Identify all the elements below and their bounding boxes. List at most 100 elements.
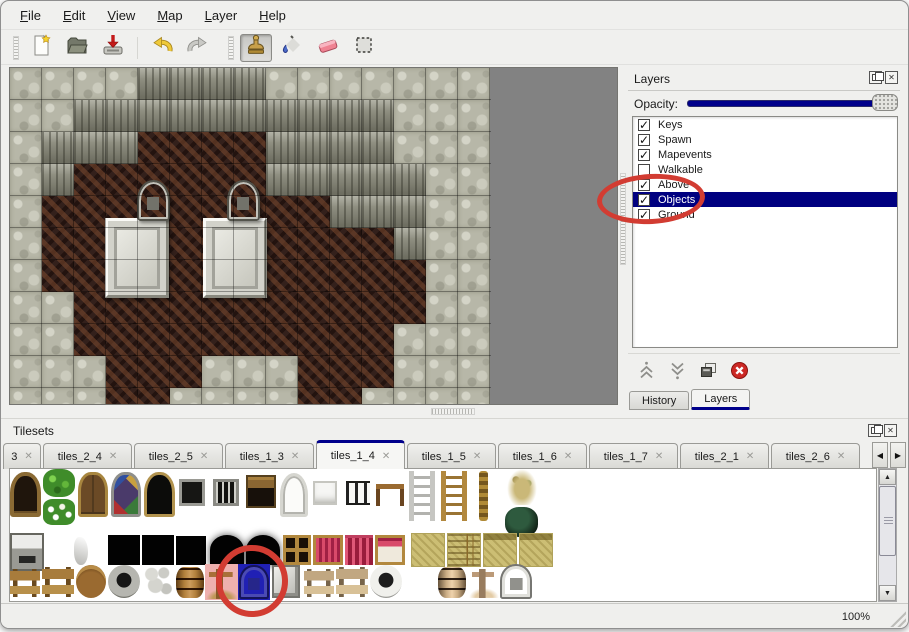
tile-wall-tan-2[interactable] [483, 533, 517, 567]
scroll-up-button[interactable]: ▲ [879, 469, 896, 485]
map-tile-rock-top[interactable] [10, 196, 42, 228]
map-tile-rock-top[interactable] [458, 260, 490, 292]
map-tile-rock-top[interactable] [426, 132, 458, 164]
map-tile-rock-top[interactable] [426, 100, 458, 132]
tile-window-barred[interactable] [213, 479, 239, 506]
duplicate-layer-button[interactable] [697, 360, 719, 382]
tilesets-panel-close-button[interactable]: ✕ [884, 424, 897, 437]
map-tile-rock-top[interactable] [42, 100, 74, 132]
map-tile-cliff-face[interactable] [266, 100, 298, 132]
tile-furnace[interactable] [10, 533, 44, 571]
tile-curtains[interactable] [345, 535, 373, 565]
map-tile-cliff-face[interactable] [362, 196, 394, 228]
layer-visibility-checkbox[interactable]: ✓ [638, 119, 650, 131]
tile-grave-cross[interactable] [206, 565, 238, 599]
map-tile-rock-top[interactable] [426, 164, 458, 196]
tile-wall-tan-3[interactable] [519, 533, 553, 567]
map-tile-cliff-face[interactable] [394, 196, 426, 228]
open-map-button[interactable] [61, 34, 93, 62]
map-tile-cliff-face[interactable] [394, 164, 426, 196]
map-tile-cobblestone-floor[interactable] [170, 196, 202, 228]
map-tile-rock-top[interactable] [10, 228, 42, 260]
move-layer-down-button[interactable] [666, 360, 688, 382]
map-tile-rock-top[interactable] [202, 388, 234, 404]
map-tile-cliff-face[interactable] [362, 164, 394, 196]
map-tile-cobblestone-floor[interactable] [298, 260, 330, 292]
tab-close-icon[interactable]: ✕ [746, 451, 754, 462]
map-tile-cobblestone-floor[interactable] [362, 324, 394, 356]
tile-stone-slabs-snow[interactable] [404, 565, 436, 598]
tab-close-icon[interactable]: ✕ [109, 451, 117, 462]
map-tile-rock-top[interactable] [458, 100, 490, 132]
map-tile-rock-top[interactable] [426, 356, 458, 388]
dock-tab-layers[interactable]: Layers [691, 389, 750, 410]
layer-row-spawn[interactable]: ✓Spawn [633, 132, 897, 147]
resize-grip[interactable] [889, 610, 906, 627]
map-tile-cliff-face[interactable] [298, 132, 330, 164]
map-tile-cliff-face[interactable] [234, 100, 266, 132]
map-tile-rock-top[interactable] [10, 260, 42, 292]
tile-wall-tan-1[interactable] [411, 533, 445, 567]
tile-basket[interactable] [76, 565, 106, 598]
map-tile-rock-top[interactable] [426, 324, 458, 356]
map-tile-rock-top[interactable] [10, 68, 42, 100]
map-tile-cliff-face[interactable] [74, 100, 106, 132]
map-tile-cliff-face[interactable] [330, 164, 362, 196]
map-tile-rock-top[interactable] [298, 68, 330, 100]
tile-gravestone[interactable] [239, 565, 269, 599]
tile-window-wood-grid[interactable] [283, 535, 311, 565]
tile-bush[interactable] [43, 469, 75, 497]
tileset-tab-tiles_2_5[interactable]: tiles_2_5✕ [134, 443, 223, 469]
tab-close-icon[interactable]: ✕ [473, 451, 481, 462]
map-tile-rock-top[interactable] [106, 68, 138, 100]
tab-close-icon[interactable]: ✕ [655, 451, 663, 462]
map-tile-cobblestone-floor[interactable] [202, 132, 234, 164]
map-tile-rock-top[interactable] [42, 324, 74, 356]
map-tile-rock-top[interactable] [426, 68, 458, 100]
tile-well-snow[interactable] [370, 565, 402, 598]
vertical-splitter[interactable] [620, 173, 626, 265]
map-tile-cliff-face[interactable] [42, 164, 74, 196]
tile-window-shutters[interactable] [78, 472, 108, 517]
map-tile-rock-top[interactable] [426, 388, 458, 404]
layer-visibility-checkbox[interactable]: ✓ [638, 209, 650, 221]
map-tile-cliff-face[interactable] [266, 132, 298, 164]
layer-row-keys[interactable]: ✓Keys [633, 117, 897, 132]
tile-window-white[interactable] [313, 481, 337, 505]
map-tile-rock-top[interactable] [202, 356, 234, 388]
tab-close-icon[interactable]: ✕ [291, 451, 299, 462]
map-tile-rock-top[interactable] [10, 356, 42, 388]
map-tile-cobblestone-floor[interactable] [138, 356, 170, 388]
tile-plant-roots[interactable] [507, 469, 537, 505]
map-tile-rock-top[interactable] [170, 388, 202, 404]
map-tile-rock-top[interactable] [234, 388, 266, 404]
tab-close-icon[interactable]: ✕ [24, 451, 32, 462]
map-tile-cobblestone-floor[interactable] [170, 132, 202, 164]
tab-scroll-left-button[interactable]: ◀ [872, 442, 888, 468]
menu-file[interactable]: File [11, 5, 50, 26]
map-tile-cobblestone-floor[interactable] [106, 164, 138, 196]
map-object-gravestone[interactable] [227, 180, 260, 221]
layer-visibility-checkbox[interactable]: ✓ [638, 149, 650, 161]
map-tile-cobblestone-floor[interactable] [330, 228, 362, 260]
map-tile-rock-top[interactable] [10, 388, 42, 404]
map-tile-cliff-face[interactable] [170, 68, 202, 100]
delete-layer-button[interactable] [728, 360, 750, 382]
tile-dark-tile-3[interactable] [176, 536, 206, 565]
map-tile-cobblestone-floor[interactable] [170, 228, 202, 260]
map-tile-rock-top[interactable] [458, 228, 490, 260]
tile-sign-large-snow[interactable] [336, 567, 368, 597]
map-tile-cliff-face[interactable] [170, 100, 202, 132]
tile-ladder-wood[interactable] [441, 471, 467, 521]
opacity-slider[interactable] [687, 100, 895, 107]
map-tile-cobblestone-floor[interactable] [170, 260, 202, 292]
map-canvas[interactable] [9, 67, 618, 405]
map-tile-rock-top[interactable] [458, 132, 490, 164]
tab-scroll-right-button[interactable]: ▶ [890, 442, 906, 468]
map-tile-rock-top[interactable] [42, 292, 74, 324]
tile-stone-block[interactable] [272, 565, 300, 598]
map-tile-cobblestone-floor[interactable] [202, 324, 234, 356]
toolbar-drag-handle-2[interactable] [228, 36, 234, 60]
tileset-tab-tiles_1_3[interactable]: tiles_1_3✕ [225, 443, 314, 469]
map-tile-cliff-face[interactable] [266, 164, 298, 196]
